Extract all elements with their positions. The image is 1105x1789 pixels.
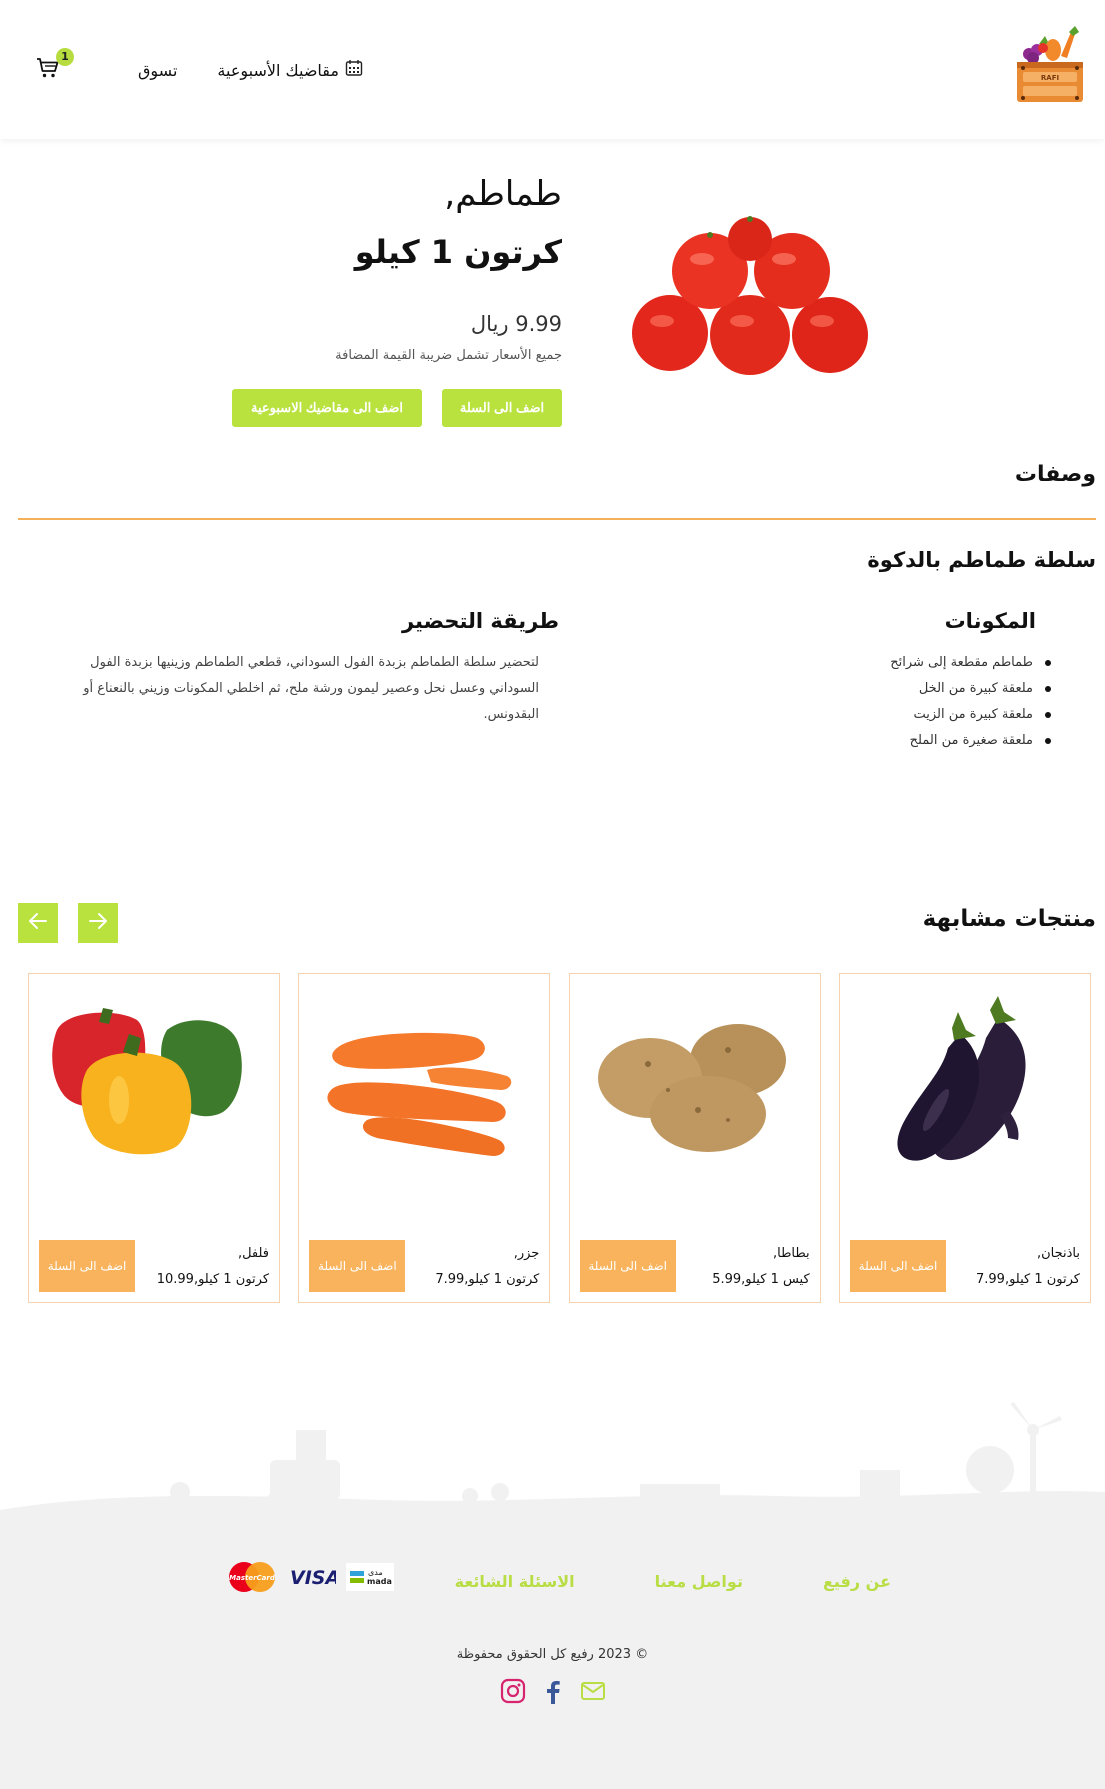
- product-card[interactable]: بطاطا, كيس 1 كيلو,5.99 اضف الى السلة: [568, 973, 821, 1303]
- site-header: RAFI مقاضيك الأسبوعية تسوق 1: [0, 0, 1105, 139]
- footer-link-faq[interactable]: الاسئلة الشائعة: [455, 1572, 575, 1591]
- cart-count-badge: 1: [56, 48, 74, 66]
- card-add-to-cart-button[interactable]: اضف الى السلة: [850, 1240, 946, 1292]
- ingredient-item: طماطم مقطعة إلى شرائح: [831, 650, 1051, 676]
- mail-icon[interactable]: [580, 1678, 606, 1708]
- mastercard-logo: MasterCard: [226, 1560, 278, 1598]
- calendar-icon: [345, 59, 363, 81]
- payment-methods: مدى mada VISA MasterCard: [226, 1560, 394, 1598]
- product-card-pack: كرتون 1 كيلو,10.99: [156, 1272, 270, 1287]
- nav-shop[interactable]: تسوق: [138, 61, 177, 80]
- footer-link-about[interactable]: عن رفيع: [823, 1572, 891, 1591]
- add-to-weekly-button[interactable]: اضف الى مقاضيك الاسبوعية: [232, 389, 422, 427]
- mada-arabic-text: مدى: [368, 1568, 383, 1577]
- product-image-carrot: [309, 990, 539, 1170]
- product-card-name: بطاطا,: [772, 1246, 810, 1261]
- carousel-prev-button[interactable]: [18, 903, 58, 943]
- main-nav: مقاضيك الأسبوعية تسوق 1: [36, 48, 363, 90]
- recipes-title: وصفات: [1014, 462, 1096, 487]
- mada-text: mada: [367, 1577, 392, 1586]
- copyright-text: © 2023 رفيع كل الحقوق محفوظة: [456, 1647, 649, 1662]
- ingredient-item: ملعقة صغيرة من الملح: [831, 728, 1051, 754]
- site-footer: عن رفيع تواصل معنا الاسئلة الشائعة مدى m…: [0, 1530, 1105, 1789]
- product-image-pepper: [39, 990, 269, 1170]
- card-add-to-cart-button[interactable]: اضف الى السلة: [39, 1240, 136, 1292]
- similar-products-list: باذنجان, كرتون 1 كيلو,7.99 اضف الى السلة…: [28, 973, 1091, 1303]
- product-card-name: فلفل,: [237, 1246, 270, 1261]
- product-card-pack: كرتون 1 كيلو,7.99: [975, 1272, 1080, 1287]
- nav-shop-label: تسوق: [138, 60, 178, 80]
- nav-weekly-label: مقاضيك الأسبوعية: [217, 60, 339, 80]
- product-name: طماطم,: [444, 174, 562, 214]
- similar-products-title: منتجات مشابهة: [922, 906, 1096, 932]
- ingredients-title: المكونات: [944, 609, 1036, 633]
- product-pack: كرتون 1 كيلو: [354, 233, 562, 271]
- product-card[interactable]: جزر, كرتون 1 كيلو,7.99 اضف الى السلة: [298, 973, 551, 1303]
- product-actions: اضف الى السلة اضف الى مقاضيك الاسبوعية: [142, 389, 562, 427]
- mada-logo: مدى mada: [346, 1563, 394, 1595]
- rafi-logo[interactable]: RAFI: [1009, 26, 1091, 108]
- facebook-icon[interactable]: [540, 1678, 566, 1708]
- recipes-divider: [18, 518, 1096, 520]
- card-add-to-cart-button[interactable]: اضف الى السلة: [309, 1240, 406, 1292]
- product-card-name: جزر,: [513, 1246, 540, 1261]
- product-price: 9.99 ريال: [470, 312, 562, 336]
- product-card-pack: كيس 1 كيلو,5.99: [712, 1272, 810, 1287]
- add-to-cart-button[interactable]: اضف الى السلة: [442, 389, 562, 427]
- recipe-name: سلطة طماطم بالدكوة: [867, 548, 1096, 572]
- product-image-eggplant: [850, 990, 1080, 1170]
- product-image-potato: [580, 990, 810, 1170]
- preparation-title: طريقة التحضير: [401, 609, 559, 633]
- card-add-to-cart-button[interactable]: اضف الى السلة: [579, 1240, 676, 1292]
- product-info: طماطم, كرتون 1 كيلو 9.99 ريال جميع الأسع…: [142, 168, 562, 427]
- social-links: [0, 1678, 1105, 1708]
- product-image-tomatoes: [620, 215, 880, 385]
- visa-text: VISA: [290, 1567, 336, 1589]
- arrow-left-icon: [27, 910, 49, 936]
- footer-link-contact[interactable]: تواصل معنا: [655, 1572, 743, 1591]
- visa-logo: VISA: [288, 1563, 340, 1595]
- ingredients-list: طماطم مقطعة إلى شرائح ملعقة كبيرة من الخ…: [831, 650, 1051, 754]
- logo-text: RAFI: [1041, 74, 1059, 82]
- vat-note: جميع الأسعار تشمل ضريبة القيمة المضافة: [335, 348, 562, 363]
- farm-silhouette-decoration: [0, 1400, 1105, 1540]
- mastercard-text: MasterCard: [229, 1574, 276, 1582]
- product-card-pack: كرتون 1 كيلو,7.99: [435, 1272, 540, 1287]
- ingredient-item: ملعقة كبيرة من الزيت: [831, 702, 1051, 728]
- cart-icon: [36, 58, 60, 84]
- product-card[interactable]: باذنجان, كرتون 1 كيلو,7.99 اضف الى السلة: [839, 973, 1091, 1303]
- instagram-icon[interactable]: [500, 1678, 526, 1708]
- ingredient-item: ملعقة كبيرة من الخل: [831, 676, 1051, 702]
- cart-button[interactable]: 1: [36, 48, 74, 84]
- arrow-right-icon: [87, 910, 109, 936]
- carousel-next-button[interactable]: [78, 903, 118, 943]
- product-card-name: باذنجان,: [1036, 1246, 1080, 1261]
- nav-weekly-groceries[interactable]: مقاضيك الأسبوعية: [217, 59, 363, 81]
- footer-links: عن رفيع تواصل معنا الاسئلة الشائعة: [455, 1572, 891, 1591]
- preparation-text: لتحضير سلطة الطماطم بزبدة الفول السوداني…: [83, 655, 539, 722]
- product-card[interactable]: فلفل, كرتون 1 كيلو,10.99 اضف الى السلة: [28, 973, 281, 1303]
